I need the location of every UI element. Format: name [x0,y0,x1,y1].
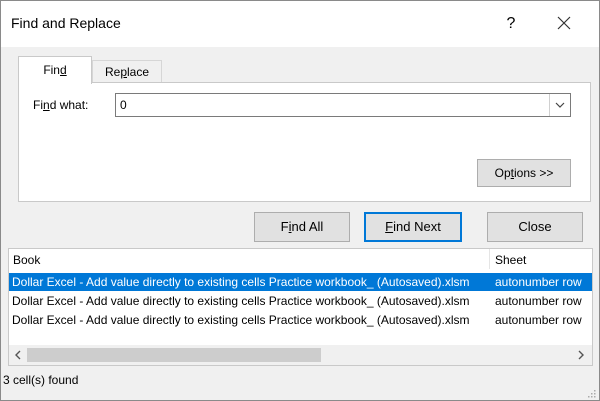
find-all-button[interactable]: Find All [254,212,350,242]
status-text: 3 cell(s) found [3,373,79,387]
result-row[interactable]: Dollar Excel - Add value directly to exi… [9,292,592,310]
find-what-label: Find what: [33,98,89,112]
dropdown-chevron-icon[interactable] [549,94,570,116]
tab-replace-label-rest: lace [127,65,150,79]
result-sheet: autonumber row [495,294,582,308]
scrollbar-thumb[interactable] [27,348,321,362]
find-next-button[interactable]: Find Next [364,212,462,242]
resize-grip-icon[interactable] [586,387,596,398]
column-header-sheet[interactable]: Sheet [495,253,526,267]
column-header-book[interactable]: Book [13,253,40,267]
find-panel: Find what: 0 Options >> [18,82,591,202]
column-divider[interactable] [489,249,490,269]
result-row[interactable]: Dollar Excel - Add value directly to exi… [9,311,592,329]
close-button[interactable]: Close [487,212,583,242]
find-what-input[interactable]: 0 [120,98,127,112]
options-button[interactable]: Options >> [477,159,571,187]
result-row[interactable]: Dollar Excel - Add value directly to exi… [9,273,592,291]
tab-replace-accel: p [120,65,127,79]
close-icon[interactable] [549,10,579,36]
scroll-left-icon[interactable] [11,348,25,362]
results-list[interactable]: Book Sheet Dollar Excel - Add value dire… [8,248,593,366]
result-book: Dollar Excel - Add value directly to exi… [12,275,470,289]
tab-find[interactable]: Find [18,56,92,84]
tab-find-accel: d [59,63,67,77]
title-bar: Find and Replace ? [1,1,599,47]
find-replace-dialog: Find and Replace ? Find Replace Find wha… [0,0,600,401]
result-book: Dollar Excel - Add value directly to exi… [12,313,470,327]
result-book: Dollar Excel - Add value directly to exi… [12,294,470,308]
tab-replace[interactable]: Replace [92,60,162,82]
help-button[interactable]: ? [499,12,523,36]
tab-find-label: Fin [43,63,60,77]
horizontal-scrollbar[interactable] [9,345,592,365]
find-what-combobox[interactable]: 0 [115,93,571,117]
result-sheet: autonumber row [495,275,582,289]
result-sheet: autonumber row [495,313,582,327]
scroll-right-icon[interactable] [574,348,588,362]
dialog-title: Find and Replace [11,15,121,31]
tab-replace-label: Re [104,65,121,79]
